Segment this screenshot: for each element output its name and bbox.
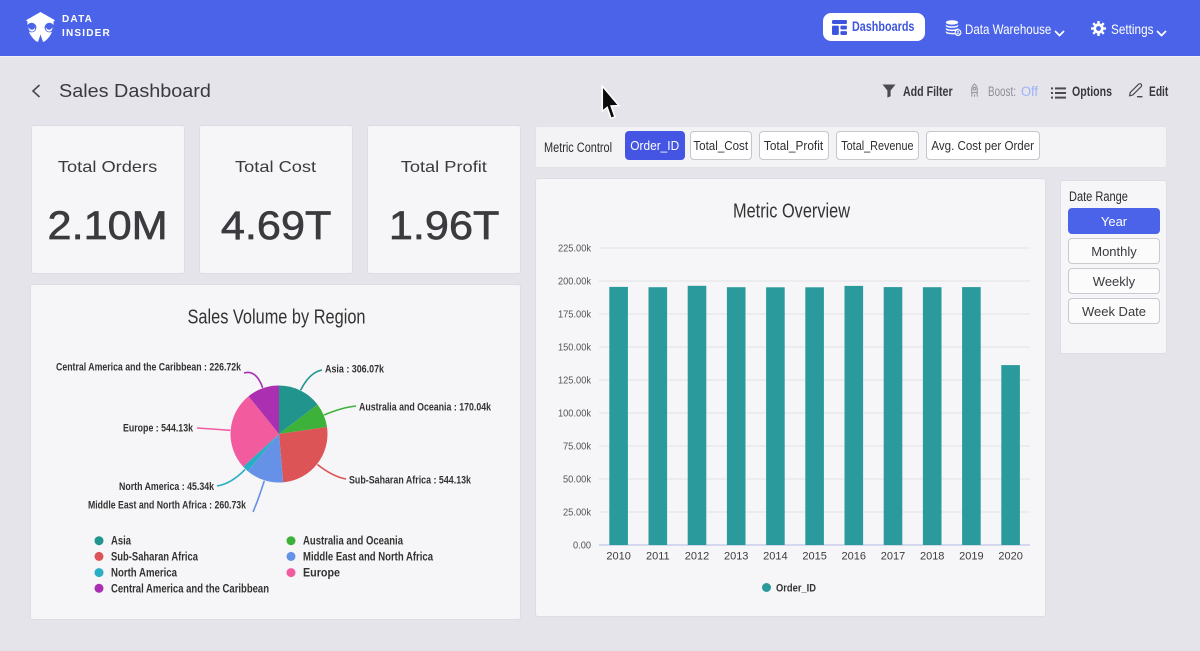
svg-text:2020: 2020 <box>998 551 1022 563</box>
svg-text:North America : 45.34k: North America : 45.34k <box>119 481 215 493</box>
svg-text:200.00k: 200.00k <box>558 276 592 288</box>
svg-text:125.00k: 125.00k <box>558 375 592 387</box>
svg-text:100.00k: 100.00k <box>558 408 592 420</box>
svg-text:25.00k: 25.00k <box>563 507 592 519</box>
svg-text:Order_ID: Order_ID <box>776 583 816 595</box>
svg-text:Europe: Europe <box>303 568 340 580</box>
svg-text:0.00: 0.00 <box>573 540 591 552</box>
svg-text:2013: 2013 <box>724 551 748 563</box>
svg-text:Middle East and North Africa :: Middle East and North Africa : 260.73k <box>88 500 247 512</box>
svg-text:2010: 2010 <box>606 551 630 563</box>
svg-text:2012: 2012 <box>685 551 709 563</box>
svg-text:2011: 2011 <box>646 551 670 563</box>
svg-text:Middle East and North Africa: Middle East and North Africa <box>303 551 433 563</box>
svg-text:2019: 2019 <box>959 551 983 563</box>
svg-text:Europe : 544.13k: Europe : 544.13k <box>123 423 194 435</box>
svg-text:Sub-Saharan Africa: Sub-Saharan Africa <box>111 551 198 563</box>
svg-text:Sales Volume by Region: Sales Volume by Region <box>188 307 366 329</box>
svg-text:75.00k: 75.00k <box>563 441 592 453</box>
svg-text:Metric Overview: Metric Overview <box>733 200 850 222</box>
svg-text:225.00k: 225.00k <box>558 243 592 255</box>
svg-text:Australia and Oceania : 170.04: Australia and Oceania : 170.04k <box>359 402 492 414</box>
svg-text:2015: 2015 <box>802 551 826 563</box>
svg-text:Australia and Oceania: Australia and Oceania <box>303 536 403 548</box>
svg-text:2014: 2014 <box>763 551 787 563</box>
svg-text:2018: 2018 <box>920 551 944 563</box>
svg-text:175.00k: 175.00k <box>558 309 592 321</box>
svg-text:2016: 2016 <box>842 551 866 563</box>
svg-text:North America: North America <box>111 568 177 580</box>
svg-text:Asia : 306.07k: Asia : 306.07k <box>325 364 385 376</box>
svg-text:Asia: Asia <box>111 536 131 548</box>
svg-text:Central America and the Caribb: Central America and the Caribbean : 226.… <box>56 362 242 374</box>
svg-text:150.00k: 150.00k <box>558 342 592 354</box>
svg-text:50.00k: 50.00k <box>563 474 592 486</box>
svg-text:2017: 2017 <box>881 551 905 563</box>
svg-text:Sub-Saharan Africa : 544.13k: Sub-Saharan Africa : 544.13k <box>349 475 472 487</box>
svg-text:Central America and the Caribb: Central America and the Caribbean <box>111 583 269 595</box>
